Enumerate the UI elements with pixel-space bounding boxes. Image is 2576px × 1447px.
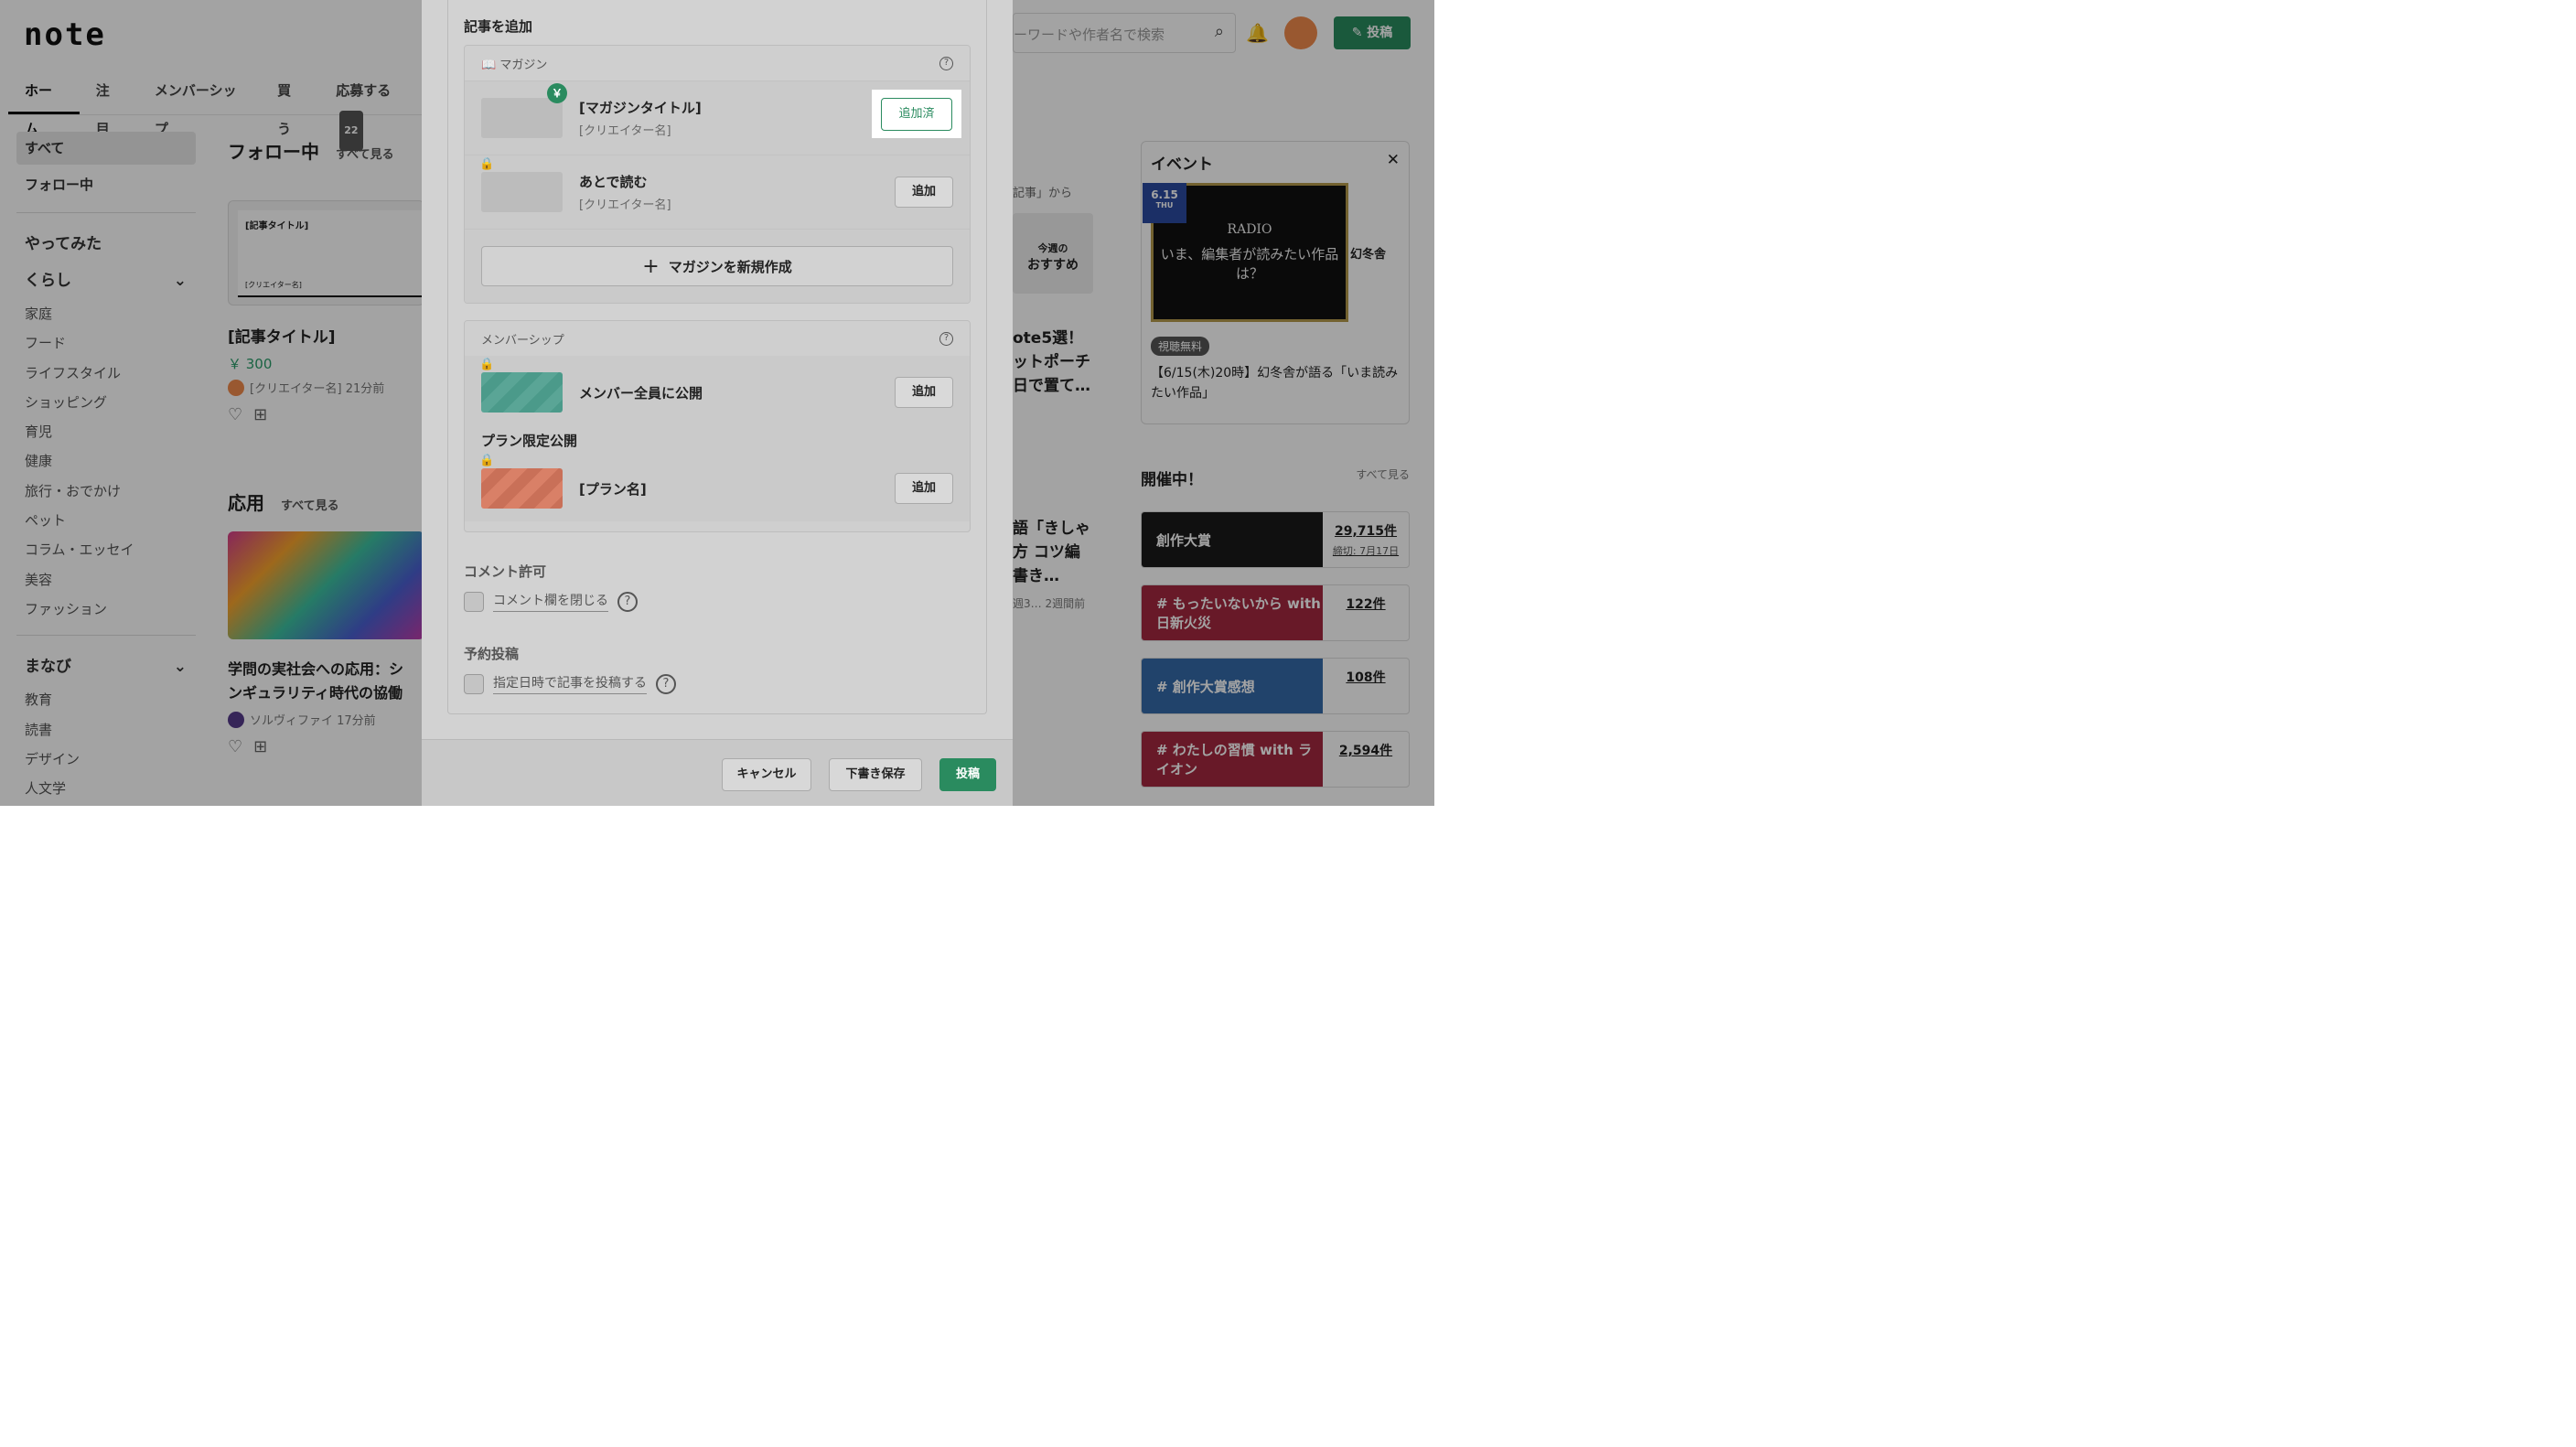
create-magazine-label: マガジンを新規作成: [668, 258, 792, 275]
plan-limited-label: プラン限定公開: [465, 429, 970, 456]
help-icon[interactable]: ?: [617, 591, 638, 612]
add-button[interactable]: 追加: [895, 377, 953, 408]
close-comments-label[interactable]: コメント欄を閉じる: [493, 591, 608, 612]
comment-section-title: コメント許可: [464, 563, 547, 580]
lock-icon: 🔒: [479, 454, 495, 467]
magazine-thumbnail: 🔒: [479, 157, 563, 212]
help-icon[interactable]: ?: [939, 331, 953, 346]
magazine-head-text: マガジン: [499, 58, 548, 72]
membership-head-text: メンバーシップ: [481, 333, 564, 348]
add-button[interactable]: 追加: [895, 473, 953, 504]
book-icon: 📖: [481, 58, 497, 72]
schedule-label[interactable]: 指定日時で記事を投稿する: [493, 673, 647, 694]
help-icon[interactable]: ?: [939, 56, 953, 70]
help-icon[interactable]: ?: [656, 673, 676, 694]
add-button[interactable]: 追加: [895, 177, 953, 208]
yen-icon: ￥: [547, 83, 567, 103]
modal-body: 記事を追加 📖 マガジン ? ￥ [マガジンタイトル] [クリエイター名] 追加…: [422, 0, 1013, 739]
membership-row: 🔒 メンバー全員に公開 追加: [465, 356, 970, 429]
plus-icon: +: [642, 254, 660, 278]
magazine-row: 🔒 あとで読む [クリエイター名] 追加: [465, 155, 970, 229]
plan-row: 🔒 [プラン名] 追加: [465, 454, 970, 521]
schedule-checkbox[interactable]: [464, 673, 484, 694]
membership-thumbnail: 🔒: [479, 358, 563, 413]
magazine-head-label: 📖 マガジン: [481, 55, 547, 72]
create-magazine-row: + マガジンを新規作成: [465, 229, 970, 303]
schedule-section-title: 予約投稿: [464, 646, 520, 662]
modal-footer: キャンセル 下書き保存 投稿: [422, 739, 1013, 806]
magazine-title: あとで読む: [579, 174, 648, 190]
close-comments-checkbox[interactable]: [464, 591, 484, 612]
membership-all-label: メンバー全員に公開: [579, 384, 703, 402]
magazine-row: ￥ [マガジンタイトル] [クリエイター名] 追加済: [465, 80, 970, 155]
add-article-modal: 記事を追加 📖 マガジン ? ￥ [マガジンタイトル] [クリエイター名] 追加…: [422, 0, 1013, 806]
magazine-creator: [クリエイター名]: [579, 198, 671, 212]
create-magazine-button[interactable]: + マガジンを新規作成: [481, 246, 953, 286]
membership-head: メンバーシップ ?: [465, 321, 970, 356]
post-button[interactable]: 投稿: [939, 758, 996, 791]
plan-thumbnail: 🔒: [479, 454, 563, 509]
save-draft-button[interactable]: 下書き保存: [829, 758, 922, 791]
schedule-option: 指定日時で記事を投稿する ?: [464, 673, 676, 694]
comment-option: コメント欄を閉じる ?: [464, 591, 638, 612]
magazine-box: 📖 マガジン ? ￥ [マガジンタイトル] [クリエイター名] 追加済 🔒 あと…: [464, 45, 971, 304]
plan-name: [プラン名]: [579, 480, 647, 498]
magazine-head: 📖 マガジン ?: [465, 46, 970, 80]
magazine-thumbnail: ￥: [481, 83, 567, 138]
membership-box: メンバーシップ ? 🔒 メンバー全員に公開 追加 プラン限定公開 🔒 [プラン名…: [464, 320, 971, 532]
lock-icon: 🔒: [479, 358, 495, 371]
lock-icon: 🔒: [479, 157, 495, 171]
added-button[interactable]: 追加済: [881, 97, 952, 131]
added-button-highlight: 追加済: [872, 90, 961, 138]
modal-title: 記事を追加: [464, 18, 533, 35]
cancel-button[interactable]: キャンセル: [722, 758, 811, 791]
